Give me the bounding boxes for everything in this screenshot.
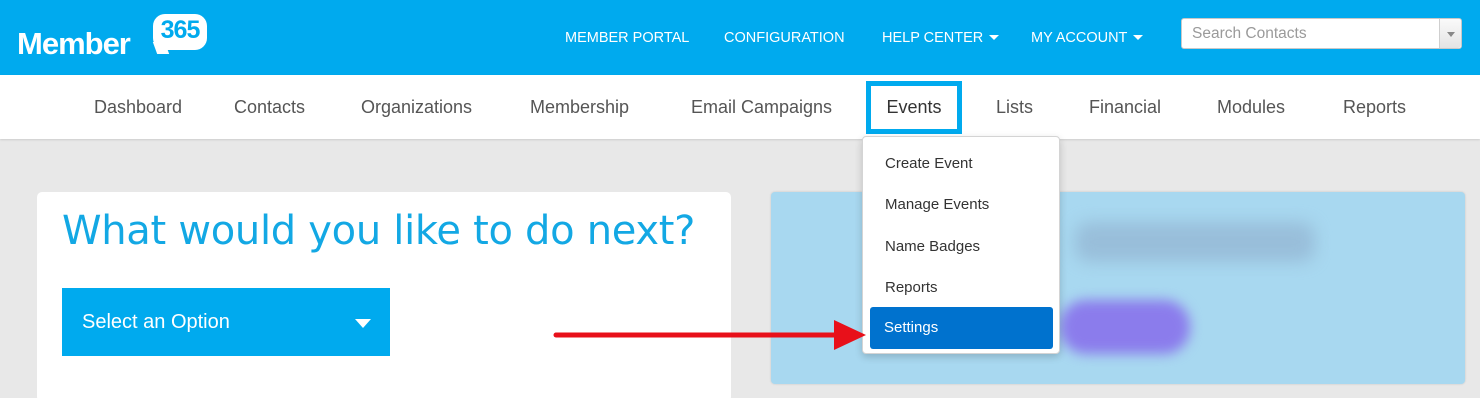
nav-member-portal[interactable]: MEMBER PORTAL: [565, 0, 689, 75]
menu-item-manage-events[interactable]: Manage Events: [885, 196, 989, 213]
nav-reports[interactable]: Reports: [1343, 75, 1406, 139]
blurred-button: [1060, 300, 1190, 354]
nav-contacts[interactable]: Contacts: [234, 75, 305, 139]
caret-down-icon: [1447, 32, 1455, 37]
nav-lists[interactable]: Lists: [996, 75, 1033, 139]
nav-organizations[interactable]: Organizations: [361, 75, 472, 139]
next-action-title: What would you like to do next?: [62, 208, 696, 254]
nav-financial[interactable]: Financial: [1089, 75, 1161, 139]
nav-dashboard[interactable]: Dashboard: [94, 75, 182, 139]
search-contacts: [1181, 18, 1462, 49]
search-dropdown-button[interactable]: [1439, 19, 1461, 48]
nav-email-campaigns[interactable]: Email Campaigns: [691, 75, 832, 139]
logo-number: 365: [160, 16, 201, 44]
menu-item-create-event[interactable]: Create Event: [885, 155, 973, 172]
caret-down-icon: [989, 35, 1000, 40]
main-nav: Dashboard Contacts Organizations Members…: [0, 75, 1480, 139]
logo-text: Member: [17, 26, 131, 61]
search-contacts-input[interactable]: [1182, 19, 1438, 48]
menu-item-settings[interactable]: Settings: [870, 307, 1053, 349]
caret-down-icon: [355, 319, 371, 328]
nav-my-account[interactable]: MY ACCOUNT: [1031, 0, 1144, 75]
nav-help-center-label: HELP CENTER: [882, 30, 984, 46]
pointer-arrow-icon: [553, 320, 866, 350]
menu-item-reports[interactable]: Reports: [885, 279, 938, 296]
nav-my-account-label: MY ACCOUNT: [1031, 30, 1128, 46]
nav-membership[interactable]: Membership: [530, 75, 629, 139]
top-bar: Member 365 MEMBER PORTAL CONFIGURATION H…: [0, 0, 1480, 75]
nav-configuration[interactable]: CONFIGURATION: [724, 0, 845, 75]
select-option-dropdown[interactable]: Select an Option: [62, 288, 390, 356]
menu-item-name-badges[interactable]: Name Badges: [885, 238, 980, 255]
select-option-label: Select an Option: [82, 311, 230, 333]
nav-events[interactable]: Events: [866, 81, 962, 134]
nav-modules[interactable]: Modules: [1217, 75, 1285, 139]
blurred-heading: [1075, 222, 1315, 262]
caret-down-icon: [1133, 35, 1144, 40]
nav-help-center[interactable]: HELP CENTER: [882, 0, 1000, 75]
